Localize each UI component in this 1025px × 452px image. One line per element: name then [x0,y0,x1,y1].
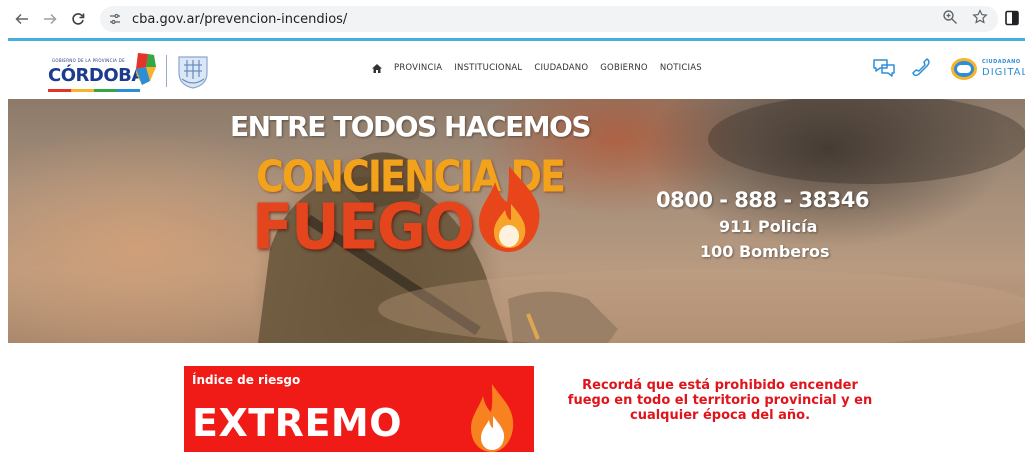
arrow-right-icon [44,13,57,25]
site-header: GOBIERNO DE LA PROVINCIA DE CÓRDOBA PROV… [0,41,1025,99]
header-contact-icons [872,56,932,78]
star-icon[interactable] [972,9,988,25]
chat-icon[interactable] [872,56,896,78]
home-icon[interactable] [372,63,382,73]
cordoba-logo[interactable]: GOBIERNO DE LA PROVINCIA DE CÓRDOBA [48,49,218,93]
flame-icon [479,166,540,252]
hero-phone: 0800 - 888 - 38346 [656,188,870,212]
site-info-button[interactable] [106,10,124,28]
browser-toolbar: cba.gov.ar/prevencion-incendios/ [0,0,1025,38]
cd-big-text: DIGITAL [982,67,1025,78]
logo-stripes [48,89,140,92]
hero-fuego: FUEGO [252,191,475,265]
main-nav: PROVINCIA INSTITUCIONAL CIUDADANO GOBIER… [372,63,702,73]
back-button[interactable] [12,9,32,29]
fire-warning-text: Recordá que está prohibido encender fueg… [567,378,873,423]
nav-ciudadano[interactable]: CIUDADANO [534,63,588,73]
logo-text: CÓRDOBA [48,65,145,86]
address-bar[interactable]: cba.gov.ar/prevencion-incendios/ [100,6,998,32]
coat-of-arms-icon [178,56,208,89]
logo-subtext: GOBIERNO DE LA PROVINCIA DE [52,58,125,63]
hero-banner: ENTRE TODOS HACEMOS CONCIENCIA DE FUEGO … [8,99,1025,343]
risk-index-banner: Índice de riesgo EXTREMO [184,366,534,452]
zoom-icon[interactable] [942,9,958,25]
phone-icon[interactable] [910,56,932,78]
tune-icon [110,13,120,25]
hero-title: ENTRE TODOS HACEMOS [230,110,592,143]
nav-provincia[interactable]: PROVINCIA [394,63,442,73]
cd-small-text: CIUDADANO [982,59,1021,65]
nav-institucional[interactable]: INSTITUCIONAL [454,63,522,73]
side-panel-icon[interactable] [1005,10,1019,26]
arrow-left-icon [15,13,28,25]
url-text: cba.gov.ar/prevencion-incendios/ [132,11,348,27]
flame-icon [471,384,514,452]
province-map-icon [136,53,156,85]
nav-gobierno[interactable]: GOBIERNO [600,63,648,73]
hero-firefighters: 100 Bomberos [700,242,830,261]
ciudadano-digital-logo[interactable]: CIUDADANO DIGITAL [950,55,1025,85]
risk-label: Índice de riesgo [192,373,301,387]
risk-level: EXTREMO [192,401,403,445]
logo-divider [166,55,167,87]
ciudadano-digital-icon [951,58,977,80]
reload-icon [72,13,85,25]
nav-noticias[interactable]: NOTICIAS [660,63,702,73]
reload-button[interactable] [68,9,88,29]
forward-button[interactable] [40,9,60,29]
hero-police: 911 Policía [719,217,818,236]
